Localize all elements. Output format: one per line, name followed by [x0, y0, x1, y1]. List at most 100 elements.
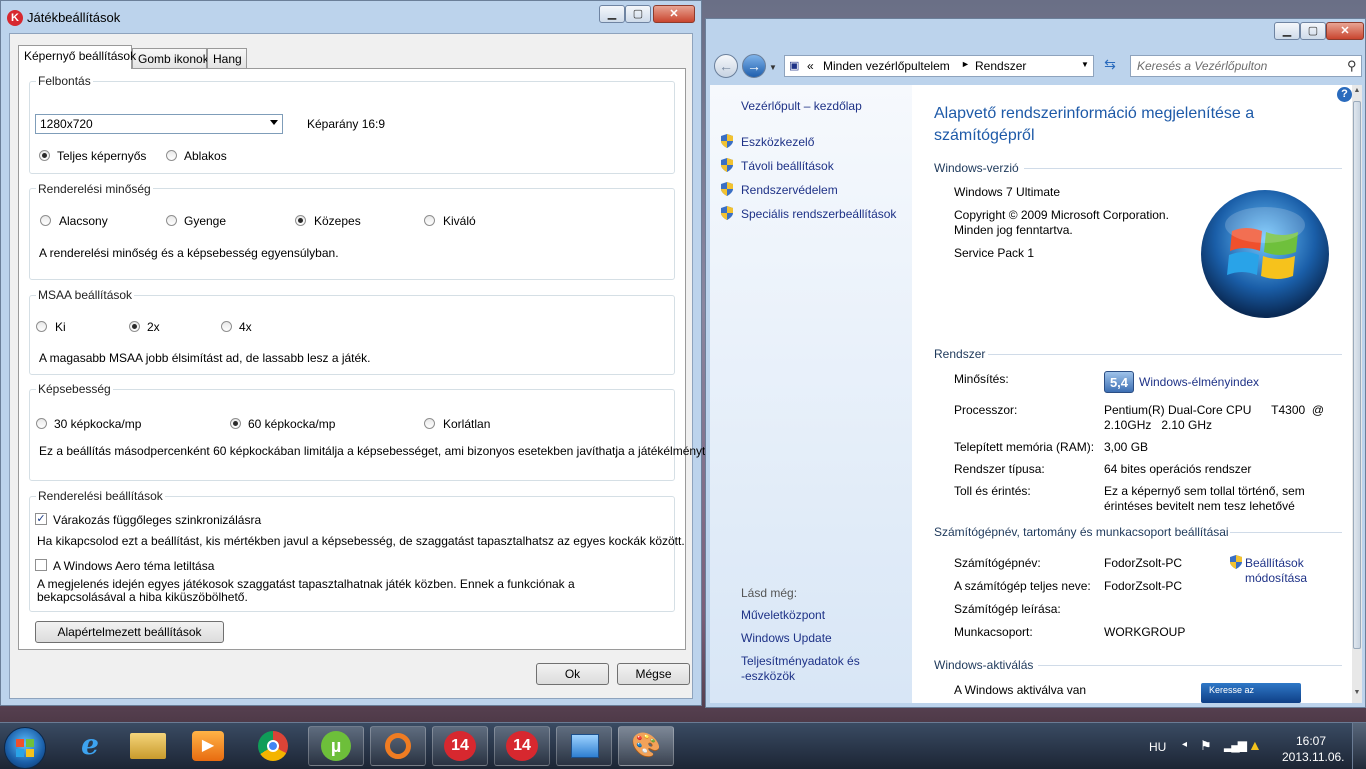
taskbar-item-utorrent[interactable]: µ: [308, 726, 364, 766]
scroll-thumb[interactable]: [1353, 101, 1361, 649]
fps-note: Ez a beállítás másodpercenként 60 képkoc…: [39, 444, 709, 458]
maximize-button[interactable]: ▢: [625, 5, 651, 23]
experience-index-badge[interactable]: 5,4: [1104, 371, 1134, 393]
tab-sound[interactable]: Hang: [207, 48, 247, 68]
drive-sync-icon[interactable]: ▲: [1248, 737, 1262, 753]
device-manager-link[interactable]: Eszközkezelő: [741, 135, 814, 149]
ok-button[interactable]: Ok: [536, 663, 609, 685]
performance-tools-link[interactable]: -eszközök: [741, 669, 795, 683]
clock-date[interactable]: 2013.11.06.: [1282, 750, 1345, 764]
disable-aero-checkbox[interactable]: [35, 559, 47, 571]
system-protection-link[interactable]: Rendszervédelem: [741, 183, 838, 197]
fps-30-radio[interactable]: [36, 418, 47, 429]
file-explorer-icon[interactable]: [130, 733, 166, 759]
taskbar-item-game-settings[interactable]: 🎨: [618, 726, 674, 766]
msaa-off-radio[interactable]: [36, 321, 47, 332]
shield-icon: [721, 206, 733, 220]
app-logo-icon: K: [7, 10, 23, 26]
restore-defaults-button[interactable]: Alapértelmezett beállítások: [35, 621, 224, 643]
page-title-line-2: számítógépről: [934, 127, 1035, 144]
network-icon[interactable]: ⚑: [1200, 738, 1212, 754]
experience-index-link[interactable]: Windows-élményindex: [1139, 375, 1259, 389]
taskbar-item-game-14-alt[interactable]: 14: [494, 726, 550, 766]
media-player-icon[interactable]: ▶: [192, 731, 224, 761]
windows-logo-icon: [16, 739, 34, 757]
minimize-button[interactable]: ▁: [1274, 22, 1300, 40]
quality-medium-radio[interactable]: [295, 215, 306, 226]
taskbar-item-origin[interactable]: [370, 726, 426, 766]
utorrent-icon: µ: [321, 731, 351, 761]
search-icon[interactable]: ⚲: [1347, 58, 1357, 74]
game-settings-window: K Játékbeállítások ▁ ▢ ✕ Képernyő beállí…: [0, 0, 709, 706]
change-settings-link-line-2[interactable]: módosítása: [1245, 571, 1307, 585]
cancel-button[interactable]: Mégse: [617, 663, 690, 685]
msaa-group-label: MSAA beállítások: [36, 288, 135, 302]
refresh-icon[interactable]: ⇆: [1098, 56, 1122, 76]
system-info-pane: Alapvető rendszerinformáció megjelenítés…: [912, 85, 1352, 703]
advanced-system-settings-link[interactable]: Speciális rendszerbeállítások: [741, 207, 896, 221]
help-icon[interactable]: ?: [1337, 87, 1352, 102]
control-panel-home-link[interactable]: Vezérlőpult – kezdőlap: [741, 99, 862, 113]
back-button[interactable]: ←: [714, 54, 738, 78]
breadcrumb-current[interactable]: Rendszer: [975, 59, 1026, 73]
windowed-label: Ablakos: [184, 149, 227, 163]
address-bar[interactable]: ▣ « Minden vezérlőpultelem ► Rendszer ▼: [784, 55, 1094, 77]
title-bar[interactable]: K Játékbeállítások ▁ ▢ ✕: [1, 1, 701, 33]
breadcrumb-root[interactable]: Minden vezérlőpultelem: [823, 59, 950, 73]
scrollbar[interactable]: ▲ ▼: [1352, 85, 1362, 703]
show-desktop-button[interactable]: [1352, 723, 1366, 769]
see-also-title: Lásd még:: [741, 586, 798, 600]
quality-weak-radio[interactable]: [166, 215, 177, 226]
tab-button-icons[interactable]: Gomb ikonok: [132, 48, 209, 68]
performance-info-link[interactable]: Teljesítményadatok és: [741, 654, 860, 668]
msaa-2x-radio[interactable]: [129, 321, 140, 332]
quality-low-label: Alacsony: [59, 214, 108, 228]
breadcrumb-chevron-icon[interactable]: ►: [961, 59, 970, 69]
resolution-select[interactable]: 1280x720: [35, 114, 283, 134]
signal-icon[interactable]: ▂▄▆: [1224, 738, 1247, 752]
change-settings-link-line-1[interactable]: Beállítások: [1245, 556, 1304, 570]
genuine-microsoft-badge[interactable]: Keresse az: [1201, 683, 1301, 703]
origin-icon: [385, 733, 411, 759]
chrome-icon[interactable]: [258, 731, 288, 761]
system-section-title: Rendszer: [934, 347, 986, 361]
vsync-note: Ha kikapcsolod ezt a beállítást, kis mér…: [37, 534, 685, 548]
scroll-down-icon[interactable]: ▼: [1353, 689, 1361, 699]
shield-icon: [721, 182, 733, 196]
action-center-link[interactable]: Műveletközpont: [741, 608, 825, 622]
processor-label: Processzor:: [954, 403, 1018, 417]
clock-time[interactable]: 16:07: [1296, 734, 1326, 748]
windows-update-link[interactable]: Windows Update: [741, 631, 832, 645]
tab-display-settings[interactable]: Képernyő beállítások: [18, 45, 136, 69]
fps-60-radio[interactable]: [230, 418, 241, 429]
taskbar-item-control-panel[interactable]: [556, 726, 612, 766]
maximize-button[interactable]: ▢: [1300, 22, 1326, 40]
start-button[interactable]: [4, 727, 46, 769]
computer-name-section-title: Számítógépnév, tartomány és munkacsoport…: [934, 525, 1229, 539]
language-indicator[interactable]: HU: [1149, 740, 1166, 754]
internet-explorer-icon[interactable]: e: [70, 728, 110, 764]
fullscreen-radio[interactable]: [39, 150, 50, 161]
quality-excellent-radio[interactable]: [424, 215, 435, 226]
minimize-button[interactable]: ▁: [599, 5, 625, 23]
vsync-checkbox[interactable]: ✓: [35, 513, 47, 525]
close-button[interactable]: ✕: [653, 5, 695, 23]
fps-unlimited-radio[interactable]: [424, 418, 435, 429]
chevron-down-icon[interactable]: ▼: [1081, 60, 1089, 69]
msaa-4x-radio[interactable]: [221, 321, 232, 332]
show-hidden-icons-icon[interactable]: ◂: [1182, 739, 1187, 750]
search-input[interactable]: Keresés a Vezérlőpulton: [1130, 55, 1362, 77]
vsync-label: Várakozás függőleges szinkronizálásra: [53, 513, 262, 527]
render-settings-group-label: Renderelési beállítások: [36, 489, 165, 503]
history-dropdown-icon[interactable]: ▼: [769, 63, 777, 72]
quality-low-radio[interactable]: [40, 215, 51, 226]
windowed-radio[interactable]: [166, 150, 177, 161]
taskbar-item-game-14[interactable]: 14: [432, 726, 488, 766]
full-name-label: A számítógép teljes neve:: [954, 579, 1091, 593]
scroll-up-icon[interactable]: ▲: [1353, 87, 1361, 97]
section-divider: [1038, 665, 1342, 666]
close-button[interactable]: ✕: [1326, 22, 1364, 40]
remote-settings-link[interactable]: Távoli beállítások: [741, 159, 834, 173]
forward-button[interactable]: →: [742, 54, 766, 78]
pen-touch-value-line-1: Ez a képernyő sem tollal történő, sem: [1104, 484, 1305, 498]
